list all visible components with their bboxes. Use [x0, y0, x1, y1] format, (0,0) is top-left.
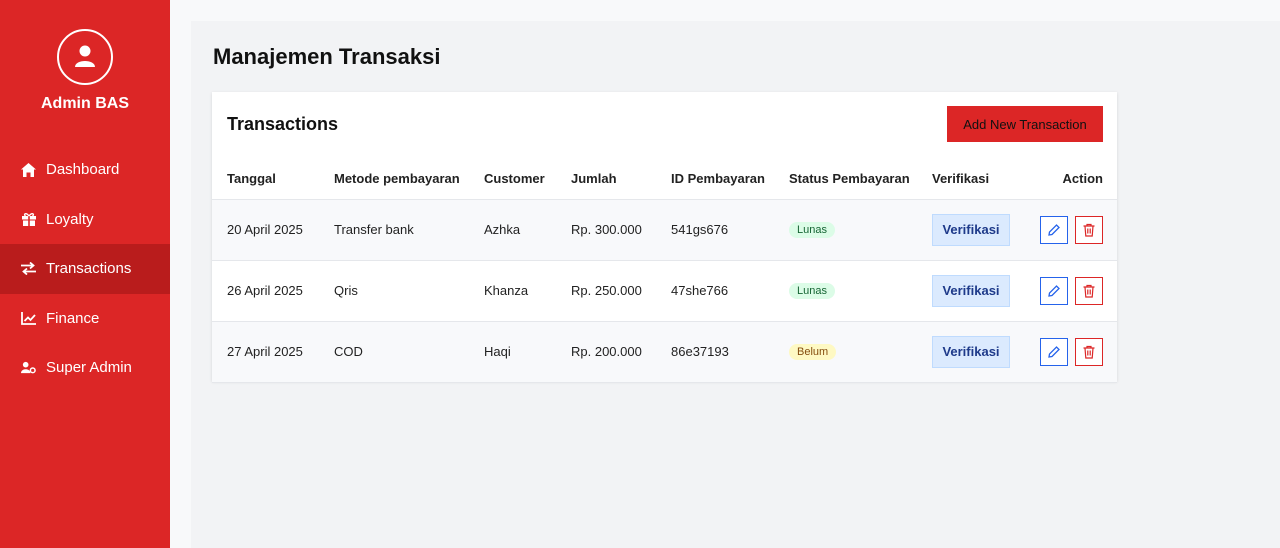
home-icon — [21, 162, 36, 177]
cell-status: Lunas — [789, 260, 932, 322]
status-badge: Belum — [789, 344, 837, 360]
delete-button[interactable] — [1075, 215, 1103, 244]
cell-jumlah: Rp. 200.000 — [571, 321, 671, 383]
delete-button[interactable] — [1075, 276, 1103, 305]
verify-button[interactable]: Verifikasi — [932, 274, 1010, 307]
gift-icon — [21, 212, 36, 227]
column-header-tanggal: Tanggal — [212, 158, 334, 200]
edit-button[interactable] — [1040, 276, 1068, 305]
cell-tanggal: 26 April 2025 — [212, 260, 334, 322]
column-header-action: Action — [1022, 158, 1117, 200]
trash-icon — [1083, 284, 1095, 298]
table-header-row: Tanggal Metode pembayaran Customer Jumla… — [212, 158, 1117, 200]
sidebar-item-loyalty[interactable]: Loyalty — [0, 195, 170, 245]
admin-name: Admin BAS — [41, 95, 129, 112]
cell-action — [1022, 199, 1117, 261]
delete-button[interactable] — [1075, 337, 1103, 366]
status-badge: Lunas — [789, 222, 835, 238]
transactions-table: Tanggal Metode pembayaran Customer Jumla… — [212, 158, 1117, 383]
add-transaction-button[interactable]: Add New Transaction — [947, 106, 1103, 142]
cell-id: 47she766 — [671, 260, 789, 322]
cell-verifikasi: Verifikasi — [932, 321, 1022, 383]
cell-id: 541gs676 — [671, 199, 789, 261]
cell-jumlah: Rp. 250.000 — [571, 260, 671, 322]
cell-customer: Azhka — [484, 199, 571, 261]
page-title: Manajemen Transaksi — [213, 44, 441, 69]
verify-button[interactable]: Verifikasi — [932, 335, 1010, 368]
column-header-customer: Customer — [484, 158, 571, 200]
column-header-jumlah: Jumlah — [571, 158, 671, 200]
transactions-card: Transactions Add New Transaction Tanggal… — [212, 92, 1117, 383]
pencil-icon — [1048, 345, 1060, 358]
edit-button[interactable] — [1040, 337, 1068, 366]
sidebar-item-label: Finance — [46, 309, 100, 327]
sidebar-item-transactions[interactable]: Transactions — [0, 244, 170, 294]
main-content: Manajemen Transaksi Transactions Add New… — [191, 21, 1280, 548]
cell-tanggal: 27 April 2025 — [212, 321, 334, 383]
cell-customer: Khanza — [484, 260, 571, 322]
sidebar-item-label: Super Admin — [46, 359, 132, 377]
sidebar-nav: Dashboard Loyalty Transactions Finance S… — [0, 145, 170, 393]
cell-customer: Haqi — [484, 321, 571, 383]
table-row: 26 April 2025 Qris Khanza Rp. 250.000 47… — [212, 260, 1117, 322]
cell-verifikasi: Verifikasi — [932, 260, 1022, 322]
cell-action — [1022, 321, 1117, 383]
card-title: Transactions — [227, 114, 339, 134]
sidebar-item-dashboard[interactable]: Dashboard — [0, 145, 170, 195]
verify-button[interactable]: Verifikasi — [932, 213, 1010, 246]
exchange-icon — [21, 261, 36, 276]
user-avatar-icon[interactable] — [57, 29, 113, 85]
cell-metode: Transfer bank — [334, 199, 484, 261]
cell-id: 86e37193 — [671, 321, 789, 383]
chart-line-icon — [21, 311, 36, 326]
user-gear-icon — [21, 360, 36, 375]
cell-metode: Qris — [334, 260, 484, 322]
cell-status: Lunas — [789, 199, 932, 261]
sidebar-item-finance[interactable]: Finance — [0, 294, 170, 344]
table-row: 20 April 2025 Transfer bank Azhka Rp. 30… — [212, 199, 1117, 261]
sidebar-item-super-admin[interactable]: Super Admin — [0, 343, 170, 393]
column-header-metode: Metode pembayaran — [334, 158, 484, 200]
sidebar-item-label: Loyalty — [46, 210, 94, 228]
cell-jumlah: Rp. 300.000 — [571, 199, 671, 261]
trash-icon — [1083, 223, 1095, 237]
cell-tanggal: 20 April 2025 — [212, 199, 334, 261]
column-header-verifikasi: Verifikasi — [932, 158, 1022, 200]
sidebar: Admin BAS Dashboard Loyalty Transactions… — [0, 0, 170, 548]
pencil-icon — [1048, 284, 1060, 297]
column-header-status: Status Pembayaran — [789, 158, 932, 200]
table-row: 27 April 2025 COD Haqi Rp. 200.000 86e37… — [212, 321, 1117, 383]
pencil-icon — [1048, 223, 1060, 236]
cell-verifikasi: Verifikasi — [932, 199, 1022, 261]
cell-status: Belum — [789, 321, 932, 383]
cell-metode: COD — [334, 321, 484, 383]
edit-button[interactable] — [1040, 215, 1068, 244]
sidebar-item-label: Transactions — [46, 260, 132, 278]
sidebar-item-label: Dashboard — [46, 161, 120, 179]
trash-icon — [1083, 345, 1095, 359]
cell-action — [1022, 260, 1117, 322]
column-header-id: ID Pembayaran — [671, 158, 789, 200]
status-badge: Lunas — [789, 283, 835, 299]
